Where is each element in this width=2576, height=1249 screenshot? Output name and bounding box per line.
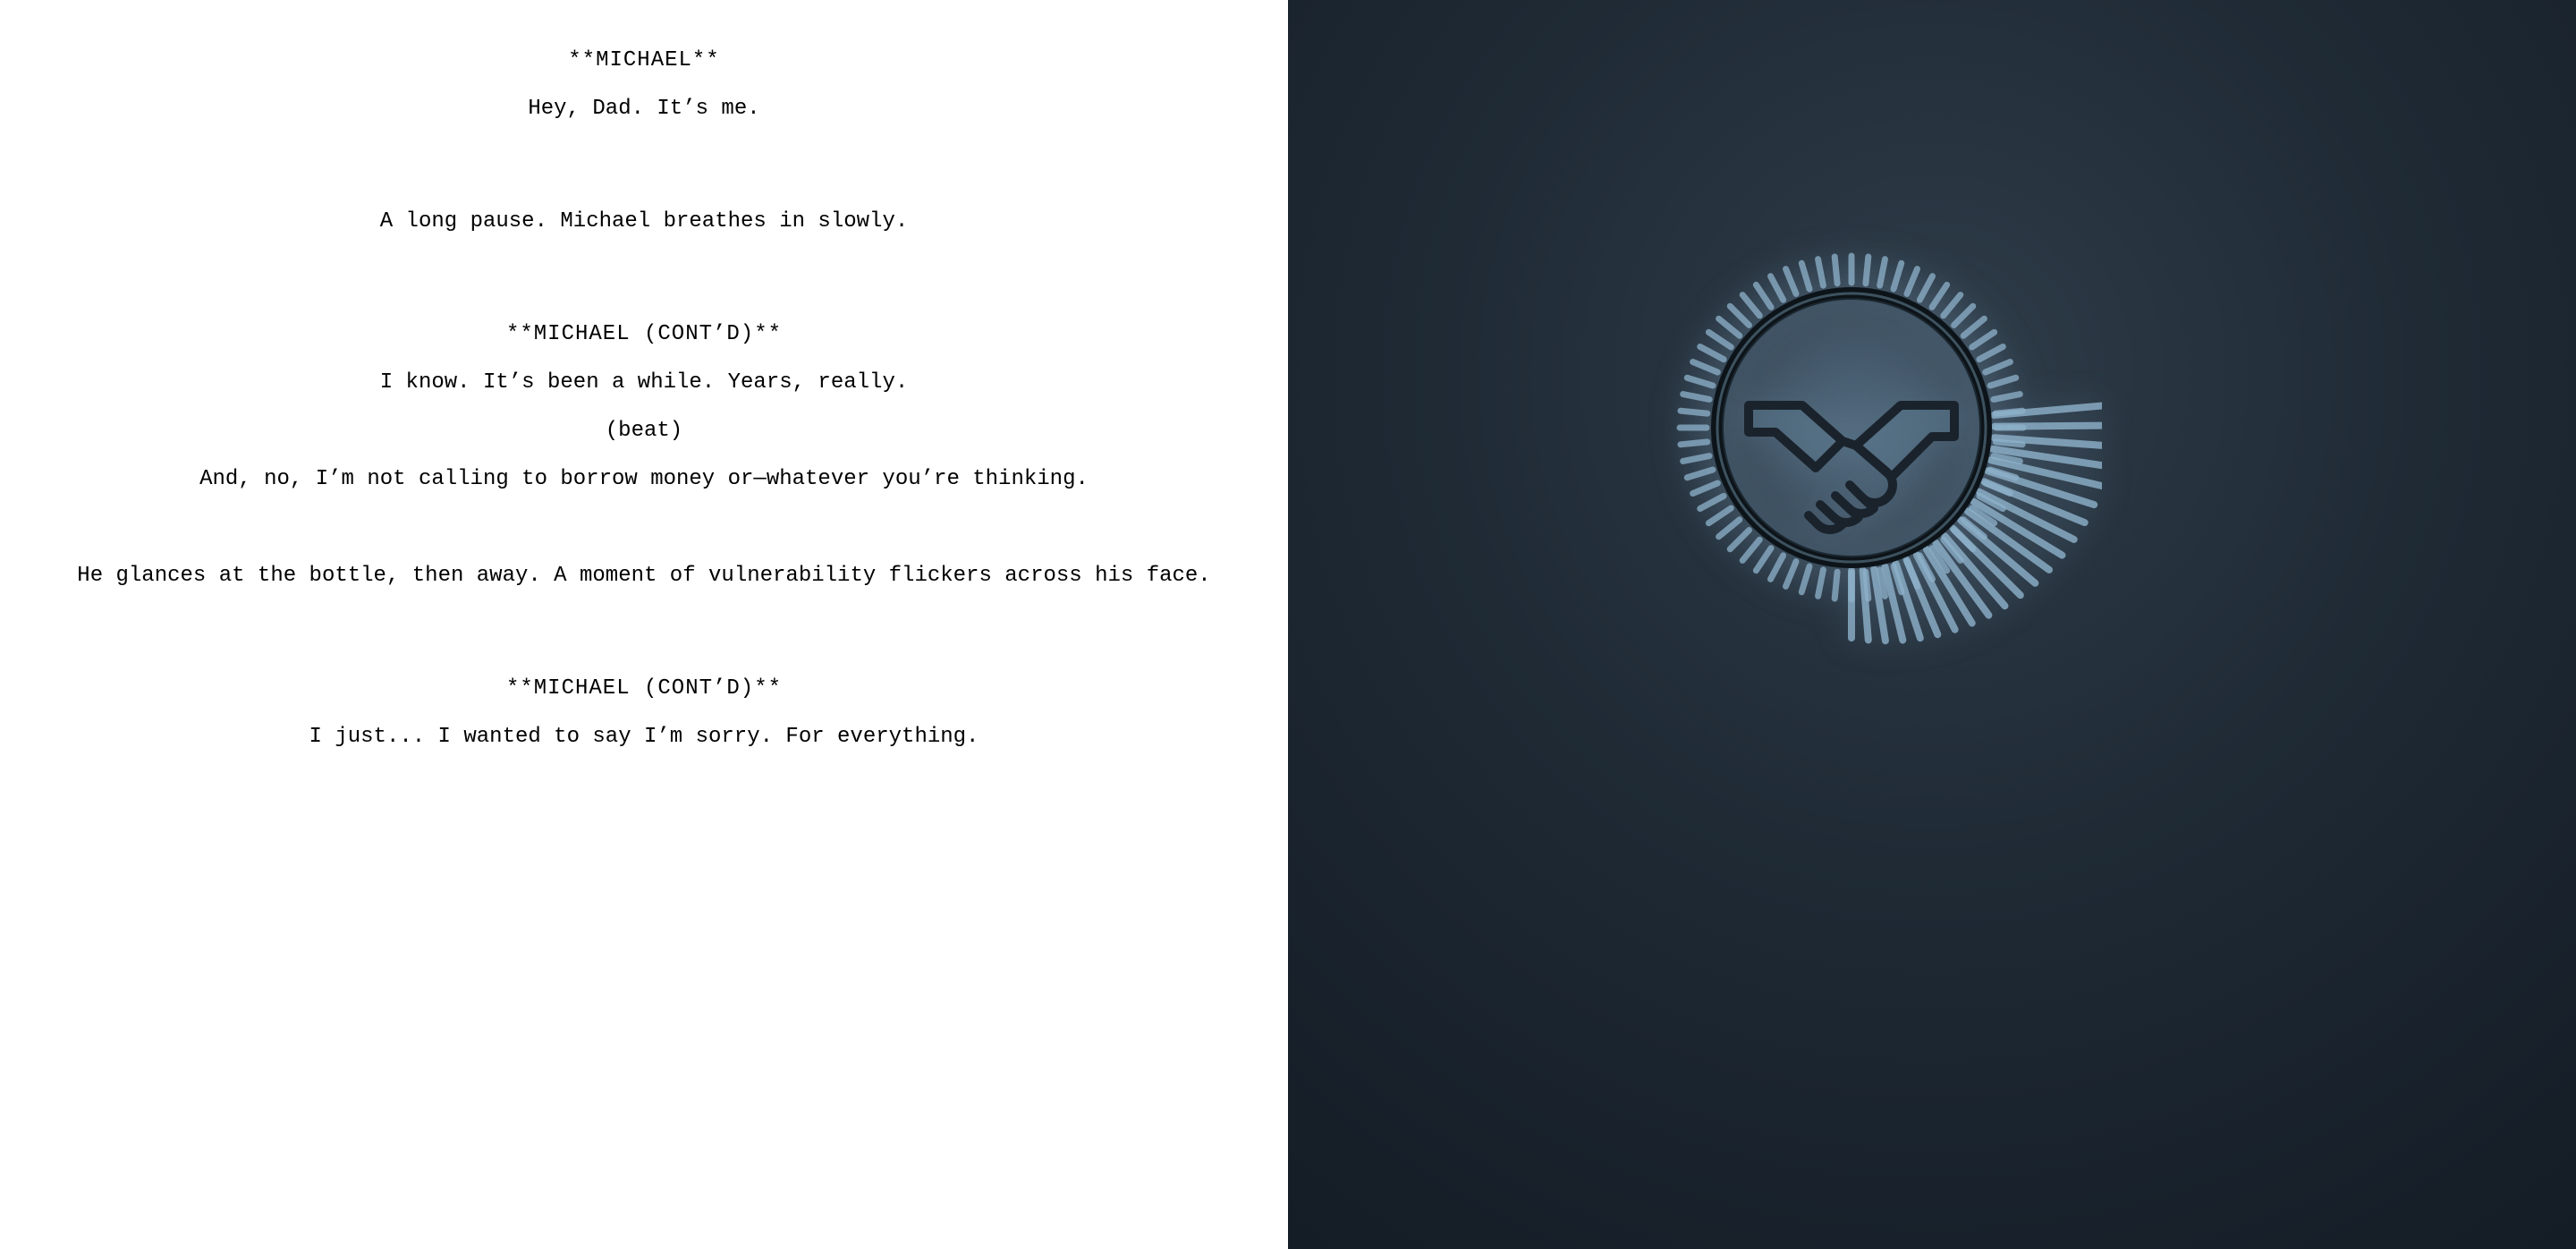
- illustration-pane: [1288, 0, 2576, 1249]
- screenplay-pane: **MICHAEL** Hey, Dad. It’s me. A long pa…: [0, 0, 1288, 1249]
- dialogue-line: I just... I wanted to say I’m sorry. For…: [36, 721, 1252, 753]
- speaker-heading: **MICHAEL (CONT’D)**: [36, 319, 1252, 351]
- action-line: He glances at the bottle, then away. A m…: [36, 560, 1252, 592]
- dialogue-line: And, no, I’m not calling to borrow money…: [36, 463, 1252, 496]
- parenthetical: (beat): [36, 415, 1252, 447]
- speaker-heading: **MICHAEL (CONT’D)**: [36, 673, 1252, 705]
- handshake-emblem: [1601, 177, 2102, 678]
- dialogue-line: I know. It’s been a while. Years, really…: [36, 367, 1252, 399]
- action-line: A long pause. Michael breathes in slowly…: [36, 206, 1252, 238]
- speaker-heading: **MICHAEL**: [36, 45, 1252, 77]
- handshake-icon: [1601, 177, 2102, 678]
- dialogue-line: Hey, Dad. It’s me.: [36, 93, 1252, 125]
